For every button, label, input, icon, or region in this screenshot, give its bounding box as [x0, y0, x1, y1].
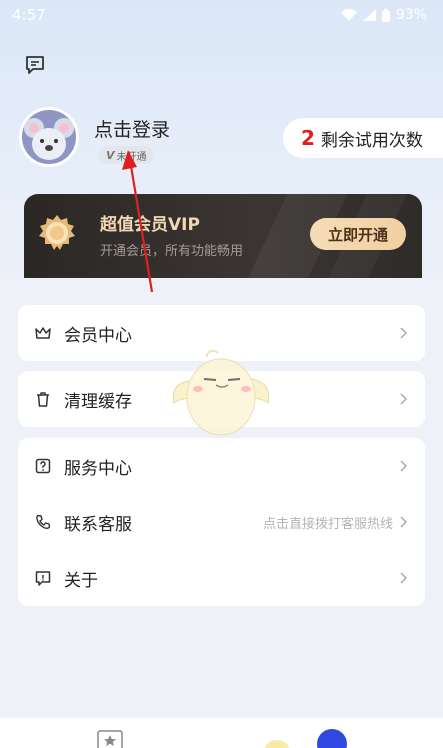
battery-icon	[381, 8, 390, 22]
contact-hint: 点击直接拨打客服热线	[262, 516, 393, 532]
vip-medal-icon	[39, 215, 75, 250]
login-link[interactable]: 点击登录	[94, 115, 170, 142]
menu-label: 关于	[64, 570, 98, 591]
avatar[interactable]	[19, 107, 79, 167]
menu-label: 会员中心	[64, 325, 132, 346]
status-bar: 4:57 93%	[0, 0, 443, 30]
menu-label: 服务中心	[64, 458, 132, 479]
vip-title: 超值会员VIP	[100, 215, 200, 235]
vip-badge-icon: V	[106, 148, 115, 162]
message-icon[interactable]	[24, 54, 46, 76]
chevron-right-icon	[400, 327, 407, 339]
menu-item-about[interactable]: 关于	[18, 550, 425, 606]
chevron-right-icon	[400, 393, 407, 405]
trash-icon	[37, 392, 49, 407]
vip-open-button[interactable]: 立即开通	[310, 218, 406, 250]
menu-label: 联系客服	[64, 514, 132, 535]
chevron-right-icon	[400, 572, 407, 584]
info-message-icon	[35, 571, 51, 586]
chevron-right-icon	[400, 460, 407, 472]
trial-count-badge: 2 剩余试用次数	[283, 118, 443, 158]
vip-card[interactable]: 超值会员VIP 开通会员，所有功能畅用 立即开通	[24, 194, 422, 278]
chevron-right-icon	[400, 516, 407, 528]
trial-label: 剩余试用次数	[320, 130, 423, 151]
question-icon	[35, 458, 51, 474]
mascot-chick-icon[interactable]	[168, 345, 274, 441]
bottom-nav	[0, 718, 443, 748]
phone-icon	[36, 514, 51, 530]
status-icons: 93%	[340, 7, 427, 23]
vip-status-badge: V 未开通	[99, 146, 154, 164]
profile-tab-icon[interactable]	[317, 729, 347, 748]
status-time: 4:57	[12, 6, 46, 24]
trial-count: 2	[301, 126, 315, 150]
vip-badge-text: 未开通	[116, 151, 147, 163]
wifi-icon	[340, 9, 357, 21]
menu-item-contact[interactable]: 联系客服 点击直接拨打客服热线	[18, 494, 425, 550]
vip-subtitle: 开通会员，所有功能畅用	[100, 244, 244, 259]
service-card: 服务中心 联系客服 点击直接拨打客服热线 关于	[18, 438, 425, 606]
koala-avatar-icon	[24, 118, 74, 160]
favorites-tab-icon[interactable]	[97, 730, 123, 748]
crown-icon	[35, 327, 51, 339]
signal-icon	[362, 9, 376, 21]
menu-item-service-center[interactable]: 服务中心	[18, 438, 425, 494]
menu-panel: 会员中心 清理缓存 服务中心 联系客服 点击直接拨打客服热线 关于	[0, 278, 443, 718]
mascot-tab-icon[interactable]	[262, 738, 292, 748]
battery-level: 93%	[395, 7, 427, 23]
